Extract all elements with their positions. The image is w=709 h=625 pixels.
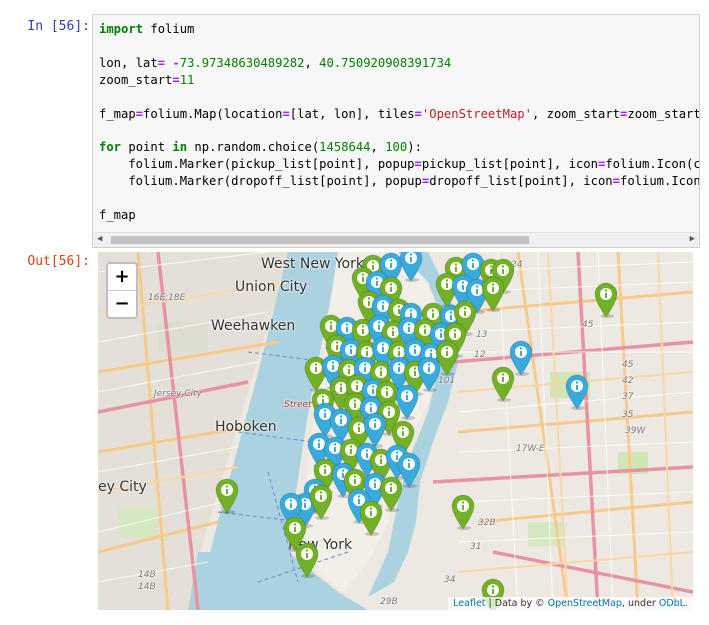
code-token: 'OpenStreetMap' (421, 106, 532, 121)
code-cell[interactable]: import folium lon, lat= -73.973486304892… (92, 14, 700, 248)
label-hoboken: Hoboken (215, 419, 277, 435)
map-marker[interactable] (480, 276, 506, 312)
code-token: = (414, 157, 422, 172)
code-token: f_map (99, 106, 136, 121)
label-route: 17W-E (516, 444, 545, 454)
code-text[interactable]: import folium lon, lat= -73.973486304892… (99, 21, 700, 224)
label-route: 12 (474, 350, 486, 360)
horizontal-scrollbar[interactable]: ◀ ▶ (93, 232, 699, 247)
code-token: point (121, 140, 173, 155)
label-weehawken: Weehawken (211, 318, 296, 334)
map-marker[interactable] (593, 282, 619, 318)
zoom-out-button[interactable]: − (108, 291, 136, 317)
attribution-text: | Data by © (485, 598, 548, 609)
code-token: 100 (385, 140, 408, 155)
label-route: 35 (622, 410, 634, 420)
label-route: 29B (380, 597, 398, 607)
label-route: 42 (622, 376, 634, 386)
code-token: 73.97348630489282 (179, 55, 305, 70)
code-token: in (172, 140, 188, 155)
info-icon (481, 276, 505, 312)
label-route: 14B (138, 582, 156, 592)
map-attribution: Leaflet | Data by © OpenStreetMap, under… (448, 597, 693, 610)
input-prompt: In [56]: (27, 19, 90, 34)
label-jersey-city-small: Jersey City (154, 389, 202, 399)
label-route: 45 (582, 320, 594, 330)
label-route: 39W (625, 426, 646, 436)
label-route: 32B (478, 518, 496, 528)
code-token: np.random.choice( (187, 140, 320, 155)
scroll-left-icon[interactable]: ◀ (97, 234, 102, 244)
label-route: 45 (622, 360, 634, 370)
map-marker[interactable] (214, 478, 240, 514)
code-token: folium.Marker(pickup_list[point], popup (99, 157, 415, 172)
leaflet-link[interactable]: Leaflet (453, 598, 485, 609)
code-token: folium.Map(location (143, 106, 283, 121)
label-union-city: Union City (235, 279, 308, 295)
label-west-new-york: West New York (261, 256, 364, 272)
code-token: dropoff_list[point], icon (429, 174, 613, 189)
info-icon (451, 494, 475, 530)
info-icon (491, 366, 515, 402)
info-icon (359, 500, 383, 536)
code-token: = (172, 72, 180, 87)
label-jersey-city: ey City (98, 479, 147, 495)
info-icon (295, 542, 319, 578)
osm-link[interactable]: OpenStreetMap (548, 598, 622, 609)
code-token: = (157, 55, 166, 70)
code-token: = (414, 106, 422, 121)
info-icon (565, 374, 589, 410)
scroll-right-icon[interactable]: ▶ (690, 234, 695, 244)
map-marker[interactable] (450, 494, 476, 530)
code-token: 1458644 (319, 140, 371, 155)
code-token: pickup_list[point], icon (421, 157, 598, 172)
code-token: folium.Marker(dropoff_list[point], popup (99, 174, 422, 189)
label-route: 16E;18E (148, 293, 186, 303)
code-token: , zoom_start (531, 106, 621, 121)
code-token: 11 (179, 72, 195, 87)
label-route: 34 (444, 575, 456, 585)
code-token: 40.750920908391734 (319, 55, 452, 70)
code-token: for (99, 140, 122, 155)
code-token: folium (143, 22, 195, 36)
code-token: , (370, 140, 386, 155)
code-token: = (612, 174, 620, 189)
folium-map[interactable]: West New York Union City Weehawken Hobok… (98, 252, 693, 610)
code-token: , (304, 55, 320, 70)
map-marker[interactable] (308, 484, 334, 520)
zoom-in-button[interactable]: + (108, 264, 136, 291)
code-token: zoom_start (99, 72, 173, 87)
info-icon (309, 484, 333, 520)
map-marker[interactable] (490, 366, 516, 402)
map-marker[interactable] (294, 542, 320, 578)
code-token: import (99, 22, 144, 36)
code-token: lon, lat (99, 55, 158, 70)
code-token: = (282, 106, 290, 121)
map-marker[interactable] (358, 500, 384, 536)
code-token: - (172, 55, 180, 70)
code-token: = (135, 106, 144, 121)
map-marker[interactable] (564, 374, 590, 410)
code-token: zoom_start) (627, 106, 700, 121)
code-token: ): (407, 140, 422, 155)
code-token: folium.Icon(color (605, 157, 700, 172)
code-token: [lat, lon], tiles (289, 106, 415, 121)
code-token: folium.Icon(col (619, 174, 700, 189)
zoom-control[interactable]: + − (106, 262, 138, 319)
code-token: f_map (99, 207, 136, 222)
info-icon (594, 282, 618, 318)
scrollbar-thumb[interactable] (111, 236, 529, 244)
odbl-link[interactable]: ODbL. (659, 598, 688, 609)
label-route: 31 (470, 542, 482, 552)
attribution-text: , under (621, 598, 659, 609)
output-prompt: Out[56]: (27, 254, 90, 269)
label-route: 14B (138, 570, 156, 580)
label-route: 37 (622, 392, 634, 402)
info-icon (215, 478, 239, 514)
